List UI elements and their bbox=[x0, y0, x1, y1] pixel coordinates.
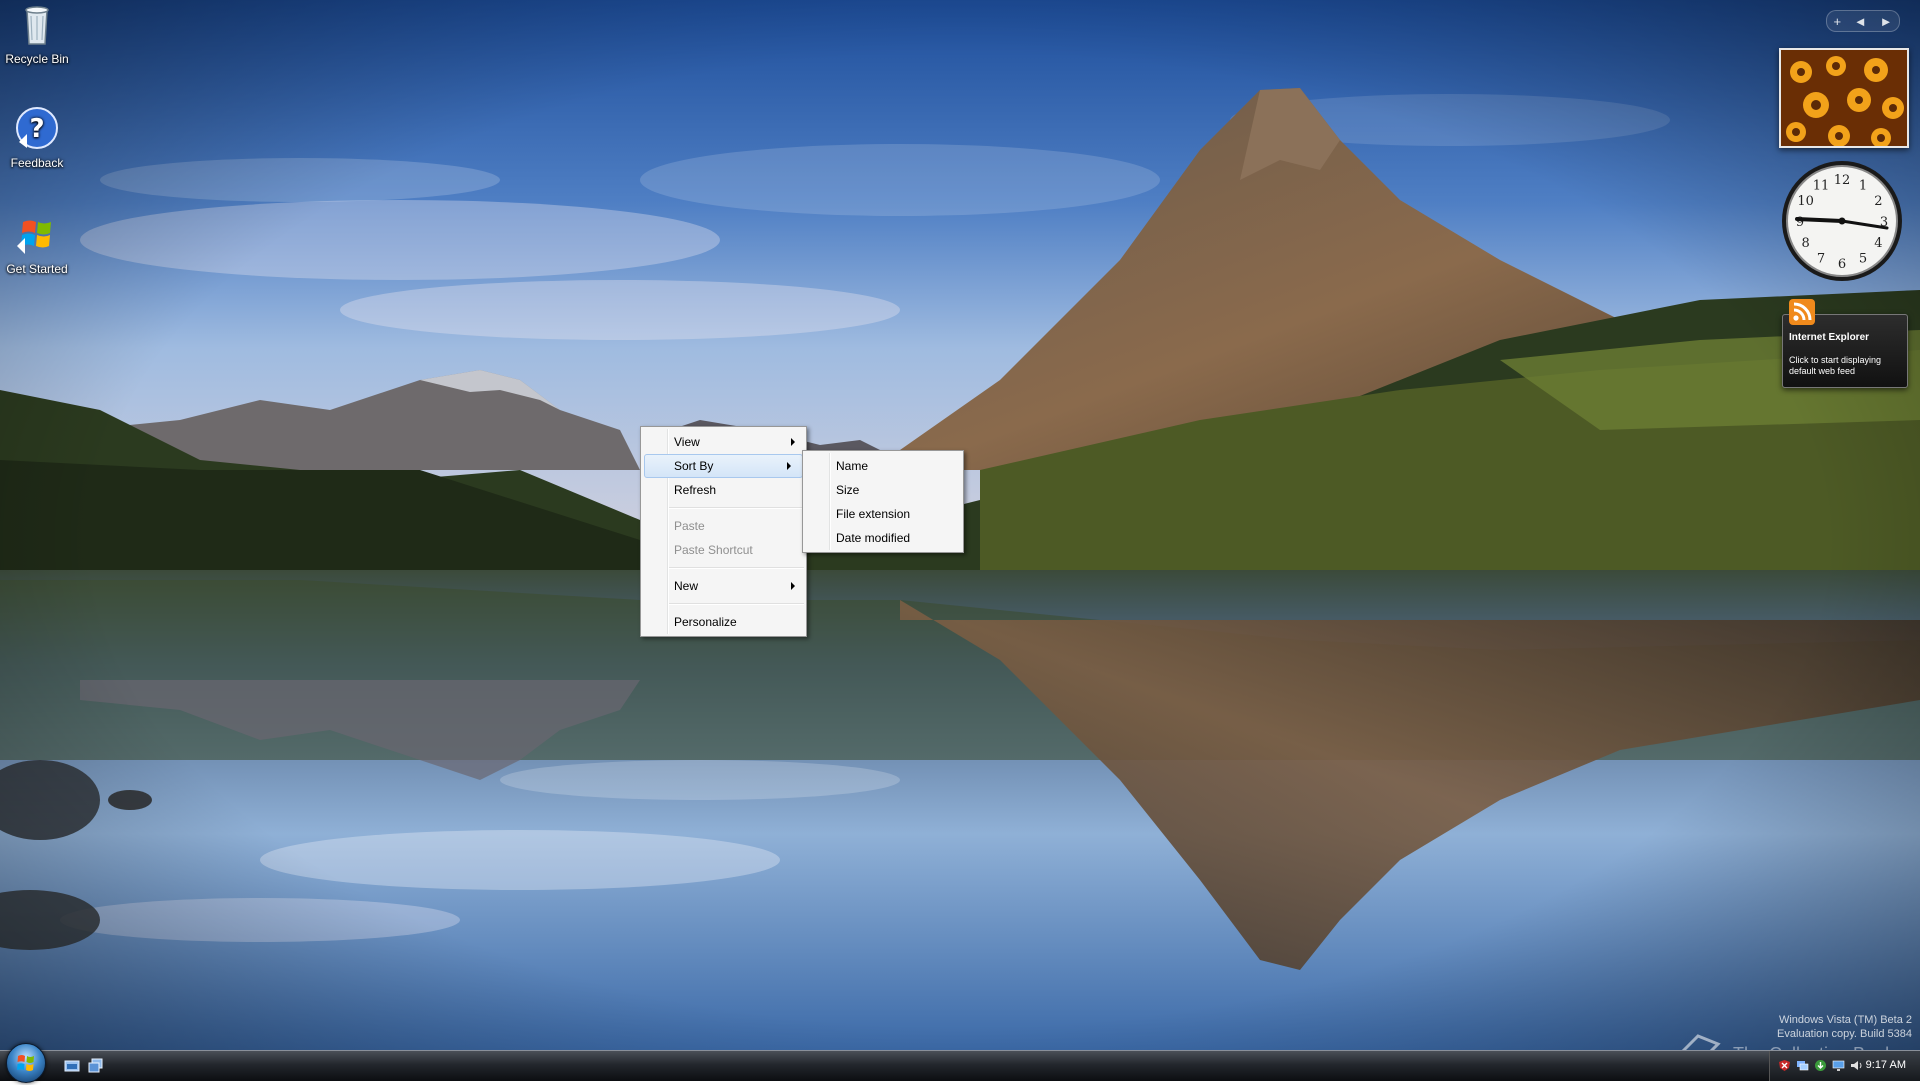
sort-by-date-modified[interactable]: Date modified bbox=[803, 526, 963, 550]
show-desktop-icon[interactable] bbox=[64, 1058, 80, 1074]
clock-gadget[interactable]: 12 1 2 3 4 5 6 7 8 9 10 11 bbox=[1779, 158, 1905, 284]
clock-numeral: 12 bbox=[1834, 173, 1851, 188]
submenu-arrow-icon bbox=[791, 582, 795, 590]
system-tray: 9:17 AM bbox=[1769, 1051, 1920, 1081]
menu-item-personalize[interactable]: Personalize bbox=[641, 610, 806, 634]
desktop-icon-recycle-bin[interactable]: Recycle Bin bbox=[0, 0, 77, 66]
switch-windows-icon[interactable] bbox=[88, 1058, 104, 1074]
clock-numeral: 4 bbox=[1874, 236, 1882, 251]
menu-item-label: Personalize bbox=[674, 615, 737, 629]
desktop-icon-feedback[interactable]: ? Feedback bbox=[0, 104, 77, 170]
rss-feed-icon bbox=[1789, 299, 1815, 325]
menu-item-label: Sort By bbox=[674, 459, 714, 473]
desktop-icon-label: Feedback bbox=[10, 156, 64, 170]
menu-separator bbox=[669, 567, 804, 569]
windows-logo-icon bbox=[13, 210, 61, 258]
menu-separator bbox=[669, 603, 804, 605]
sidebar-next-button[interactable]: ► bbox=[1880, 14, 1893, 29]
clock-numeral: 7 bbox=[1817, 251, 1825, 266]
start-button[interactable] bbox=[6, 1043, 46, 1083]
menu-item-label: Date modified bbox=[836, 531, 911, 545]
clock-numeral: 5 bbox=[1859, 251, 1867, 266]
menu-item-label: Size bbox=[836, 483, 860, 497]
clock-numeral: 6 bbox=[1838, 257, 1846, 272]
taskbar-clock[interactable]: 9:17 AM bbox=[1866, 1059, 1906, 1071]
menu-item-refresh[interactable]: Refresh bbox=[641, 478, 806, 502]
clock-numeral: 8 bbox=[1801, 236, 1809, 251]
sort-by-submenu: Name Size File extension Date modified bbox=[802, 450, 964, 553]
watermark-line-1: Windows Vista (TM) Beta 2 bbox=[1778, 1014, 1912, 1026]
display-icon[interactable] bbox=[1832, 1059, 1845, 1072]
menu-item-label: Name bbox=[836, 459, 869, 473]
recycle-bin-icon bbox=[13, 0, 61, 48]
menu-item-view[interactable]: View bbox=[641, 430, 806, 454]
menu-item-label: View bbox=[674, 435, 700, 449]
clock-numeral: 11 bbox=[1813, 179, 1830, 194]
feed-gadget-message[interactable]: Click to start displaying default web fe… bbox=[1789, 355, 1901, 377]
sort-by-size[interactable]: Size bbox=[803, 478, 963, 502]
menu-item-paste[interactable]: Paste bbox=[641, 514, 806, 538]
volume-icon[interactable] bbox=[1850, 1059, 1863, 1072]
menu-item-label: Refresh bbox=[674, 483, 717, 497]
menu-item-paste-shortcut[interactable]: Paste Shortcut bbox=[641, 538, 806, 562]
svg-text:?: ? bbox=[29, 114, 44, 144]
menu-item-sort-by[interactable]: Sort By bbox=[644, 454, 803, 478]
slideshow-gadget[interactable] bbox=[1779, 48, 1909, 148]
clock-numeral: 10 bbox=[1797, 194, 1814, 209]
menu-item-label: Paste bbox=[674, 519, 705, 533]
clock-numeral: 1 bbox=[1859, 179, 1867, 194]
windows-logo-icon bbox=[17, 1055, 34, 1071]
taskbar: 9:17 AM bbox=[0, 1043, 1920, 1083]
clock-center bbox=[1838, 217, 1846, 225]
menu-item-label: New bbox=[674, 579, 699, 593]
slideshow-photo bbox=[1781, 50, 1907, 148]
clock-numeral: 2 bbox=[1874, 194, 1882, 209]
sort-by-file-extension[interactable]: File extension bbox=[803, 502, 963, 526]
feedback-icon: ? bbox=[13, 104, 61, 152]
feed-headlines-gadget[interactable]: Internet Explorer Click to start display… bbox=[1782, 299, 1908, 388]
submenu-arrow-icon bbox=[787, 462, 791, 470]
feed-gadget-title: Internet Explorer bbox=[1789, 332, 1870, 343]
windows-update-icon[interactable] bbox=[1814, 1059, 1827, 1072]
sidebar-controls: + ◄ ► bbox=[1826, 10, 1900, 32]
security-alert-icon[interactable] bbox=[1778, 1059, 1791, 1072]
desktop-icon-label: Recycle Bin bbox=[5, 52, 69, 66]
sort-by-name[interactable]: Name bbox=[803, 454, 963, 478]
menu-item-label: File extension bbox=[836, 507, 911, 521]
desktop-context-menu: View Sort By Refresh Paste Paste Shortcu… bbox=[640, 426, 807, 637]
add-gadget-button[interactable]: + bbox=[1833, 14, 1841, 29]
network-icon[interactable] bbox=[1796, 1059, 1809, 1072]
menu-separator bbox=[669, 507, 804, 509]
sidebar-prev-button[interactable]: ◄ bbox=[1854, 14, 1867, 29]
clock-hour-hand bbox=[1795, 217, 1844, 223]
menu-item-new[interactable]: New bbox=[641, 574, 806, 598]
submenu-arrow-icon bbox=[791, 438, 795, 446]
menu-item-label: Paste Shortcut bbox=[674, 543, 753, 557]
desktop-icon-label: Get Started bbox=[6, 262, 68, 276]
desktop-icon-get-started[interactable]: Get Started bbox=[0, 210, 77, 276]
